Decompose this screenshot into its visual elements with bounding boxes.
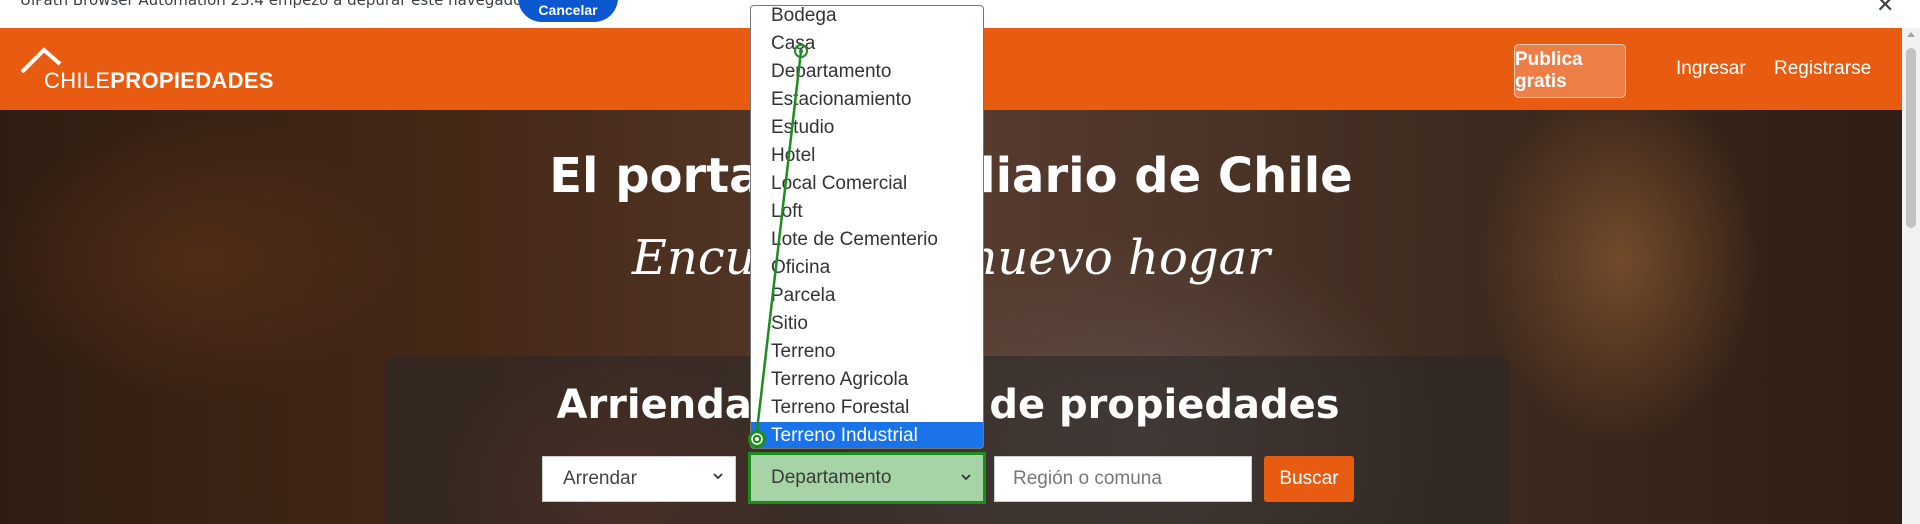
automation-trace-overlay [748, 44, 808, 448]
trace-end-target-icon [748, 430, 766, 448]
trace-line [754, 50, 803, 440]
